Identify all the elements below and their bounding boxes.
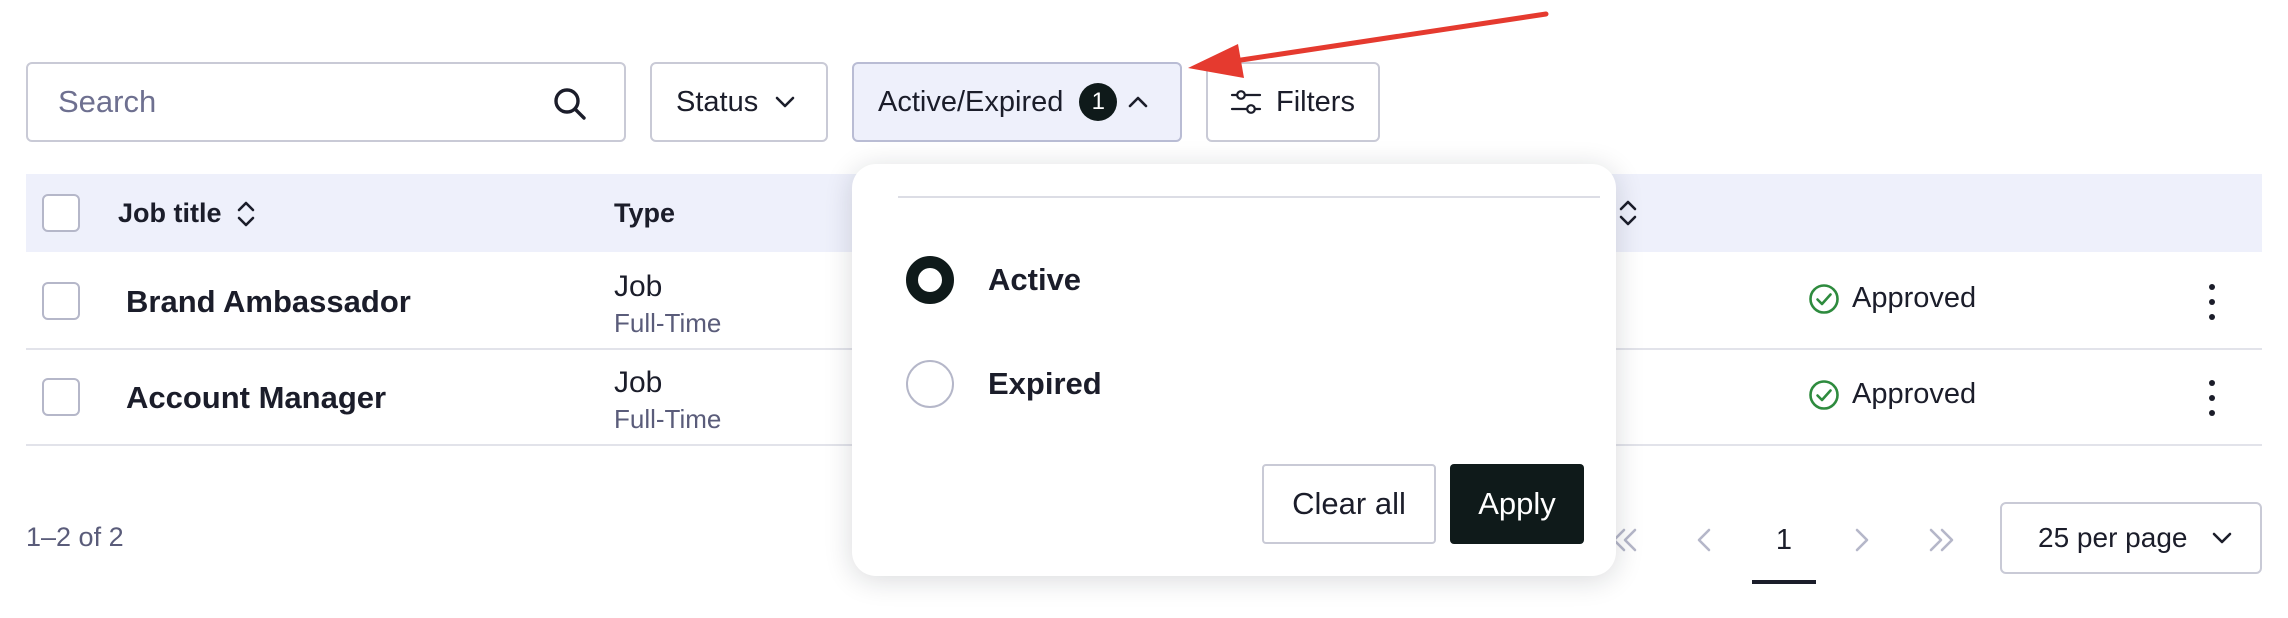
check-circle-icon xyxy=(1809,379,1839,410)
double-chevron-right-icon[interactable] xyxy=(1922,520,1962,560)
row-checkbox[interactable] xyxy=(42,378,80,416)
status-text: Approved xyxy=(1852,282,1977,314)
status-badge: Approved xyxy=(1808,282,1976,315)
chevron-down-icon xyxy=(775,96,795,108)
chevron-up-icon xyxy=(1129,96,1148,108)
clear-all-button[interactable]: Clear all xyxy=(1262,464,1436,544)
status-badge: Approved xyxy=(1808,378,1976,411)
column-header-job-title[interactable]: Job title xyxy=(118,198,256,229)
status-filter-label: Status xyxy=(676,85,759,118)
sort-icon xyxy=(237,201,254,226)
page-number-current[interactable]: 1 xyxy=(1752,520,1816,584)
status-text: Approved xyxy=(1852,378,1977,410)
chevron-left-icon[interactable] xyxy=(1684,520,1724,560)
job-title[interactable]: Account Manager xyxy=(126,380,386,416)
red-arrow-annotation xyxy=(1188,11,1549,78)
chevron-right-icon[interactable] xyxy=(1842,520,1882,560)
filter-count-badge: 1 xyxy=(1079,83,1118,121)
status-filter-button[interactable]: Status xyxy=(650,62,828,142)
job-subtype: Full-Time xyxy=(614,404,722,434)
check-circle-icon xyxy=(1809,283,1839,314)
kebab-icon[interactable] xyxy=(2208,284,2216,320)
search-icon[interactable] xyxy=(550,84,590,124)
search-input[interactable] xyxy=(58,82,538,122)
sort-icon[interactable] xyxy=(1618,198,1638,228)
row-checkbox[interactable] xyxy=(42,282,80,320)
pagination-range: 1–2 of 2 xyxy=(26,522,124,552)
popover-divider xyxy=(898,196,1600,198)
per-page-value: 25 per page xyxy=(2038,522,2188,553)
radio-active-label[interactable]: Active xyxy=(988,262,1081,298)
chevron-down-icon xyxy=(2213,532,2232,544)
apply-button[interactable]: Apply xyxy=(1450,464,1584,544)
radio-active[interactable] xyxy=(906,256,954,304)
active-expired-popover: Active Expired Clear all Apply xyxy=(852,164,1616,576)
job-title[interactable]: Brand Ambassador xyxy=(126,284,411,320)
filters-label: Filters xyxy=(1276,85,1355,118)
radio-expired-label[interactable]: Expired xyxy=(988,366,1102,402)
select-all-checkbox[interactable] xyxy=(42,194,80,232)
per-page-select[interactable]: 25 per page xyxy=(2000,502,2262,574)
sliders-icon xyxy=(1230,90,1262,114)
kebab-icon[interactable] xyxy=(2208,380,2216,416)
active-expired-label: Active/Expired xyxy=(878,85,1064,118)
column-header-job-title-label: Job title xyxy=(118,198,222,228)
job-type: Job xyxy=(614,366,663,399)
active-expired-filter-button[interactable]: Active/Expired 1 xyxy=(852,62,1182,142)
job-type: Job xyxy=(614,270,663,303)
column-header-type[interactable]: Type xyxy=(614,198,675,229)
job-subtype: Full-Time xyxy=(614,308,722,338)
search-box[interactable] xyxy=(26,62,626,142)
radio-expired[interactable] xyxy=(906,360,954,408)
